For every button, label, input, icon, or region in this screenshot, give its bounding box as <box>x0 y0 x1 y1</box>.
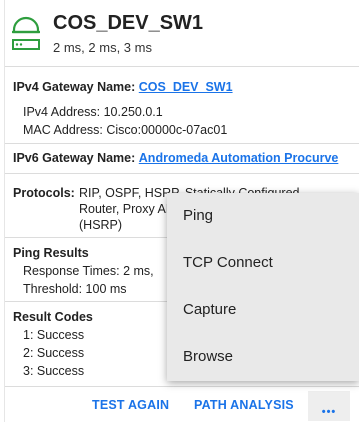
more-options-icon: ••• <box>321 406 337 418</box>
test-again-button[interactable]: TEST AGAIN <box>92 398 169 412</box>
ping-threshold-row: Threshold: 100 ms <box>23 282 127 296</box>
menu-item-browse[interactable]: Browse <box>183 348 233 365</box>
menu-item-capture[interactable]: Capture <box>183 301 236 318</box>
overflow-menu: Ping TCP Connect Capture Browse <box>167 193 359 381</box>
ipv4-gateway-row: IPv4 Gateway Name: COS_DEV_SW1 <box>13 80 233 94</box>
ipv4-address-value: 10.250.0.1 <box>103 105 163 119</box>
divider <box>5 143 359 144</box>
result-codes-title: Result Codes <box>13 310 93 324</box>
ping-response-row: Response Times: 2 ms, <box>23 264 154 278</box>
ping-response-value: 2 ms, <box>123 264 154 278</box>
ping-threshold-value: 100 ms <box>85 282 127 296</box>
protocols-line-3: (HSRP) <box>79 218 123 232</box>
ipv4-gateway-label: IPv4 Gateway Name: <box>13 80 136 94</box>
protocols-label-text: Protocols: <box>13 186 75 200</box>
path-analysis-button[interactable]: PATH ANALYSIS <box>194 398 294 412</box>
ipv4-address-row: IPv4 Address: 10.250.0.1 <box>23 105 163 119</box>
result-code-item: 3: Success <box>23 364 85 378</box>
ipv4-gateway-link[interactable]: COS_DEV_SW1 <box>139 80 233 94</box>
result-code-item: 2: Success <box>23 346 85 360</box>
ipv6-gateway-label: IPv6 Gateway Name: <box>13 151 136 165</box>
ping-results-title: Ping Results <box>13 246 89 260</box>
mac-address-row: MAC Address: Cisco:00000c-07ac01 <box>23 123 227 137</box>
mac-address-label: MAC Address: <box>23 123 103 137</box>
result-code-item: 1: Success <box>23 328 85 342</box>
protocols-label: Protocols: <box>13 186 75 200</box>
more-options-button[interactable]: ••• <box>308 391 350 421</box>
divider <box>5 66 359 67</box>
divider <box>5 173 359 174</box>
router-icon <box>12 16 40 50</box>
ipv6-gateway-link[interactable]: Andromeda Automation Procurve <box>139 151 339 165</box>
menu-item-ping[interactable]: Ping <box>183 207 213 224</box>
mac-address-value: Cisco:00000c-07ac01 <box>106 123 228 137</box>
ipv6-gateway-row: IPv6 Gateway Name: Andromeda Automation … <box>13 151 338 165</box>
ipv4-address-label: IPv4 Address: <box>23 105 101 119</box>
menu-item-tcp-connect[interactable]: TCP Connect <box>183 254 273 271</box>
ping-threshold-label: Threshold: <box>23 282 83 296</box>
device-name: COS_DEV_SW1 <box>53 12 204 34</box>
device-response-times: 2 ms, 2 ms, 3 ms <box>53 40 152 55</box>
divider <box>5 386 359 387</box>
ping-response-label: Response Times: <box>23 264 120 278</box>
